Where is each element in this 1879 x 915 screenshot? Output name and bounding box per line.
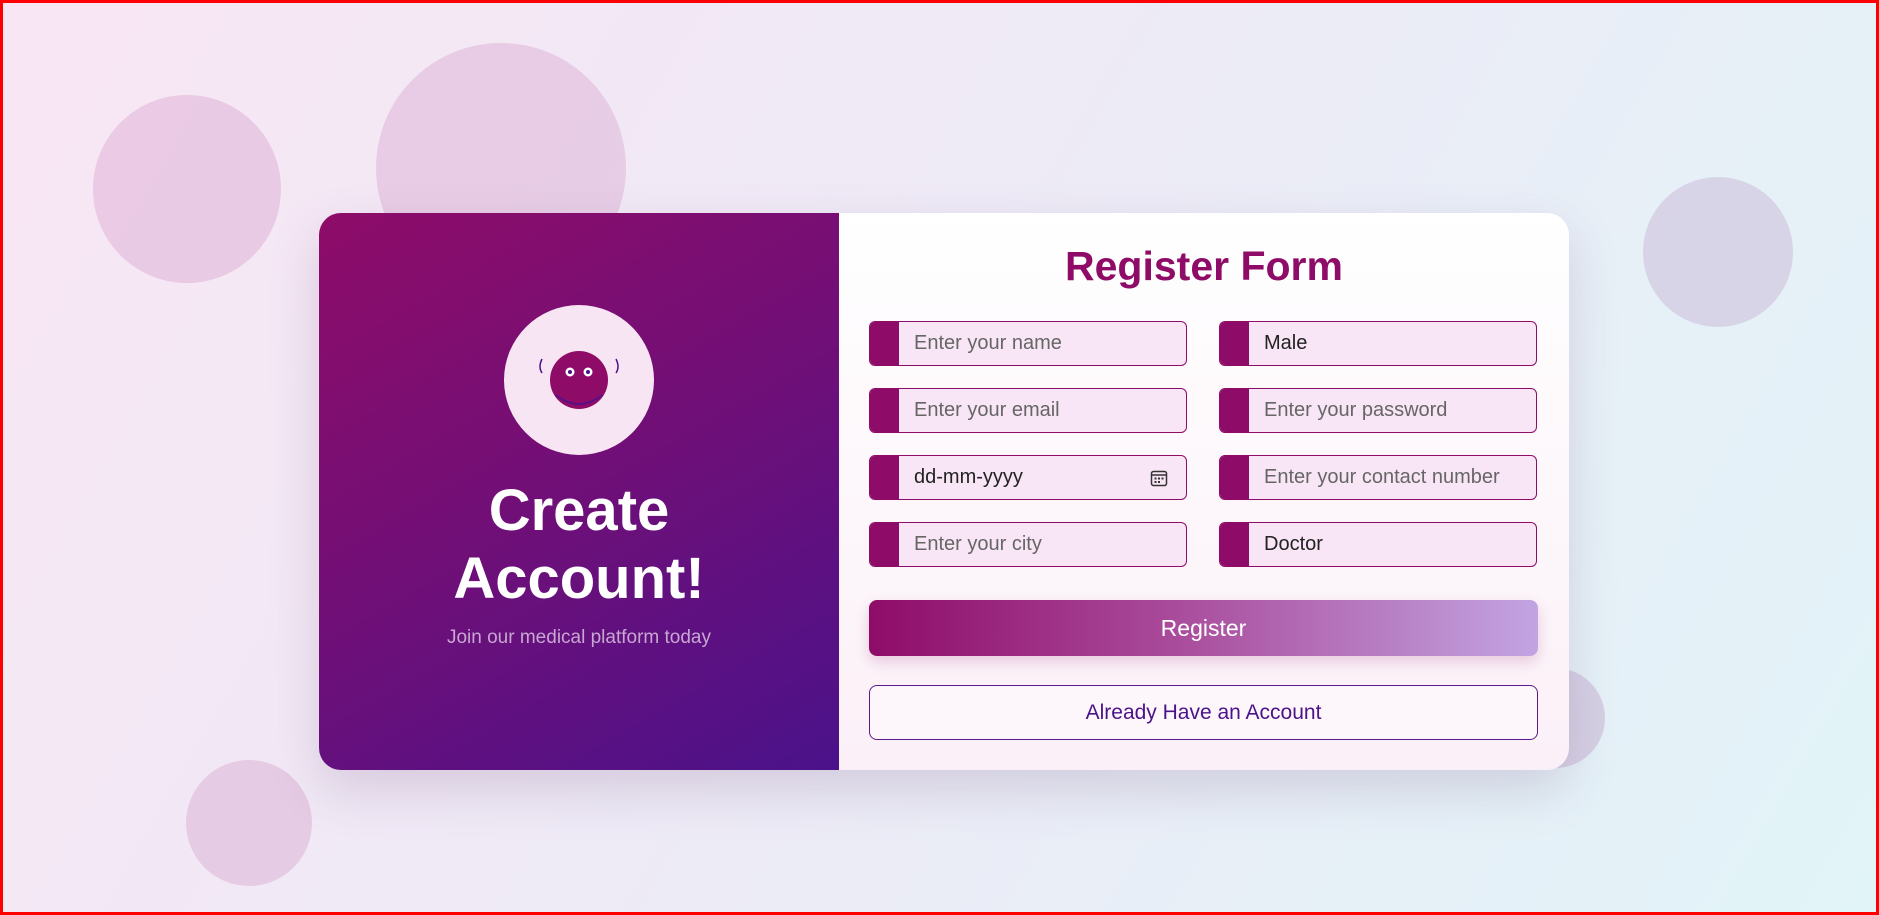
field-accent bbox=[1220, 389, 1249, 432]
field-accent bbox=[1220, 456, 1249, 499]
form-panel: Register Form Enter your name Male Enter… bbox=[839, 213, 1569, 770]
decorative-bubble bbox=[1643, 177, 1793, 327]
email-field[interactable]: Enter your email bbox=[869, 388, 1187, 433]
email-placeholder: Enter your email bbox=[914, 399, 1060, 421]
field-accent bbox=[1220, 523, 1249, 566]
gender-select[interactable]: Male bbox=[1219, 321, 1537, 366]
register-card: Create Account! Join our medical platfor… bbox=[319, 213, 1569, 770]
cartoon-face-icon bbox=[539, 351, 619, 409]
field-accent bbox=[1220, 322, 1249, 365]
contact-field[interactable]: Enter your contact number bbox=[1219, 455, 1537, 500]
role-value: Doctor bbox=[1264, 533, 1323, 555]
decorative-bubble bbox=[186, 760, 312, 886]
dob-field[interactable]: dd-mm-yyyy bbox=[869, 455, 1187, 500]
city-field[interactable]: Enter your city bbox=[869, 522, 1187, 567]
city-placeholder: Enter your city bbox=[914, 533, 1042, 555]
decorative-bubble bbox=[93, 95, 281, 283]
hero-title: Create Account! bbox=[453, 478, 705, 611]
avatar bbox=[504, 305, 654, 455]
name-placeholder: Enter your name bbox=[914, 332, 1062, 354]
field-accent bbox=[870, 389, 899, 432]
dob-placeholder: dd-mm-yyyy bbox=[914, 466, 1023, 488]
hero-subtitle: Join our medical platform today bbox=[446, 627, 711, 648]
gender-value: Male bbox=[1264, 332, 1308, 354]
name-field[interactable]: Enter your name bbox=[869, 321, 1187, 366]
field-accent bbox=[870, 456, 899, 499]
contact-placeholder: Enter your contact number bbox=[1264, 466, 1500, 488]
field-accent bbox=[870, 322, 899, 365]
role-select[interactable]: Doctor bbox=[1219, 522, 1537, 567]
field-accent bbox=[870, 523, 899, 566]
form-title: Register Form bbox=[1065, 243, 1343, 289]
calendar-icon[interactable] bbox=[1150, 469, 1168, 487]
password-field[interactable]: Enter your password bbox=[1219, 388, 1537, 433]
register-button[interactable]: Register bbox=[869, 600, 1538, 656]
password-placeholder: Enter your password bbox=[1264, 399, 1448, 421]
already-have-account-button[interactable]: Already Have an Account bbox=[869, 685, 1538, 740]
welcome-panel: Create Account! Join our medical platfor… bbox=[319, 213, 839, 770]
